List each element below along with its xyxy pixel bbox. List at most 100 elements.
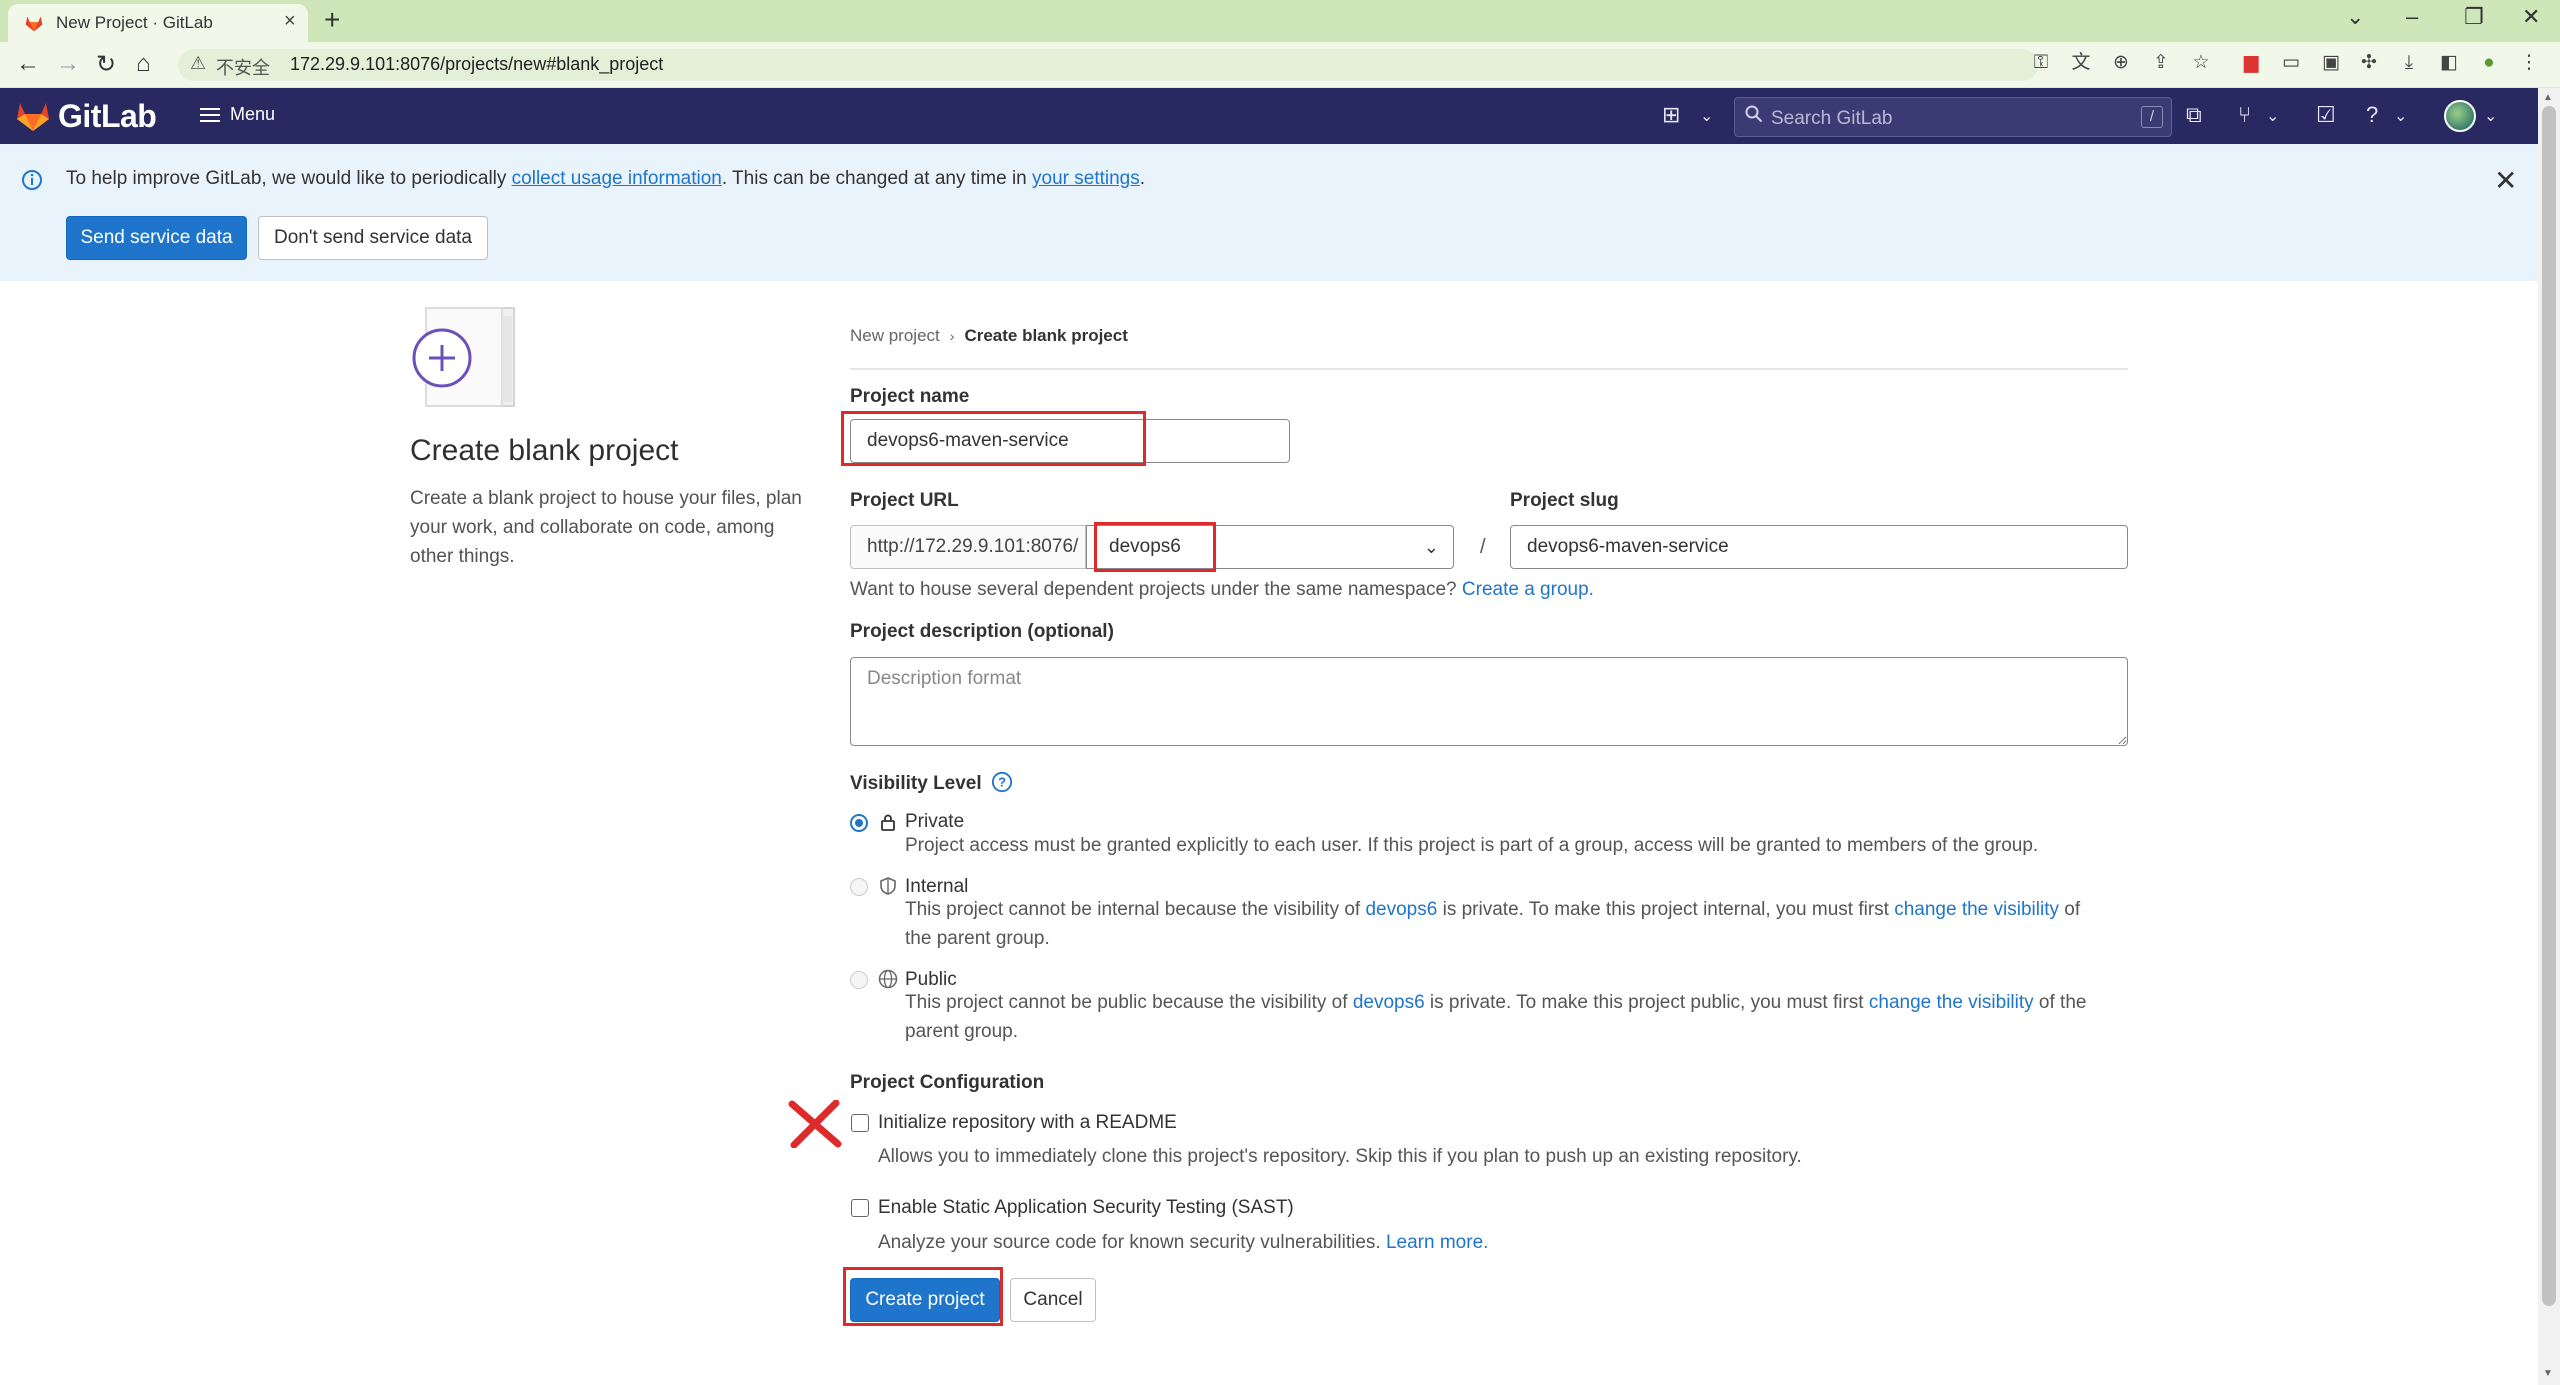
blank-project-illustration-icon [412,307,515,407]
breadcrumb-current: Create blank project [964,326,1128,345]
public-group-link[interactable]: devops6 [1353,992,1425,1013]
visibility-private-radio[interactable] [850,814,868,832]
project-slug-input[interactable]: devops6-maven-service [1510,525,2128,569]
public-change-visibility-link[interactable]: change the visibility [1869,992,2034,1013]
forward-icon[interactable]: → [56,50,80,78]
banner-text-end: . [1139,168,1146,189]
download-icon[interactable]: ⤓ [2398,52,2420,74]
highlight-box-create-project [843,1267,1003,1326]
public-desc-part2: is private. To make this project public,… [1424,992,1869,1013]
sast-learn-more-link[interactable]: Learn more. [1386,1232,1488,1253]
todo-icon[interactable]: ☑ [2316,102,2336,128]
address-bar[interactable]: ⚠ 不安全 172.29.9.101:8076/projects/new#bla… [178,49,2038,81]
avatar[interactable] [2444,100,2476,132]
collect-usage-link[interactable]: collect usage information [512,168,722,189]
cancel-button[interactable]: Cancel [1010,1278,1096,1322]
scroll-down-icon[interactable]: ▼ [2543,1368,2553,1379]
sast-help-text: Analyze your source code for known secur… [878,1232,1488,1254]
share-icon[interactable]: ⇪ [2150,52,2172,74]
tab-title: New Project · GitLab [56,13,213,32]
lock-icon [881,814,895,831]
visibility-internal-radio[interactable] [850,878,868,896]
issues-icon[interactable]: ⧉ [2186,102,2202,128]
page-scrollbar[interactable]: ▲ ▼ [2538,88,2560,1385]
sast-label[interactable]: Enable Static Application Security Testi… [878,1197,1294,1219]
svg-text:?: ? [998,775,1006,790]
readme-label[interactable]: Initialize repository with a README [878,1112,1177,1134]
gitlab-header: GitLab Menu ⊞ ⌄ Search GitLab / ⧉ ⑂ ⌄ ☑ … [0,88,2538,144]
divider [850,368,2128,370]
gitlab-wordmark[interactable]: GitLab [58,98,157,135]
zoom-icon[interactable]: ⊕ [2110,52,2132,74]
visibility-public-description: This project cannot be public because th… [905,988,2105,1046]
project-url-label: Project URL [850,490,959,511]
scrollbar-thumb[interactable] [2542,106,2556,1306]
mr-chevron-down-icon[interactable]: ⌄ [2266,106,2279,126]
visibility-internal-description: This project cannot be internal because … [905,895,2105,953]
hamburger-icon [200,104,220,126]
group-help-text: Want to house several dependent projects… [850,579,1594,601]
search-icon [1745,105,1763,123]
tab-search-icon[interactable]: ⌄ [2346,4,2364,30]
extension-cast-icon[interactable]: ▭ [2280,52,2302,74]
dont-send-service-data-button[interactable]: Don't send service data [258,216,488,260]
project-slug-label: Project slug [1510,490,1619,511]
breadcrumb-new-project[interactable]: New project [850,326,940,345]
help-icon[interactable]: ? [2366,102,2378,128]
reload-icon[interactable]: ↻ [96,50,116,79]
sast-help-sentence: Analyze your source code for known secur… [878,1232,1381,1253]
side-panel-icon[interactable]: ◧ [2438,52,2460,74]
restore-icon[interactable]: ❐ [2464,4,2484,30]
translate-icon[interactable]: 文 [2070,52,2092,74]
new-item-icon[interactable]: ⊞ [1662,102,1680,128]
readme-checkbox[interactable] [851,1114,869,1132]
visibility-public-radio[interactable] [850,971,868,989]
menu-button[interactable]: Menu [200,104,275,126]
key-icon[interactable]: ⚿ [2030,52,2052,74]
visibility-private-description: Project access must be granted explicitl… [905,835,2039,856]
close-window-icon[interactable]: ✕ [2522,4,2540,30]
help-chevron-down-icon[interactable]: ⌄ [2394,106,2407,126]
merge-request-icon[interactable]: ⑂ [2238,102,2251,128]
close-tab-icon[interactable]: × [284,10,296,33]
visibility-private-title: Private [905,811,965,832]
menu-label: Menu [230,104,276,124]
user-chevron-down-icon[interactable]: ⌄ [2484,106,2497,126]
project-url-prefix: http://172.29.9.101:8076/ [850,525,1086,569]
highlight-box-namespace [1094,522,1216,572]
project-description-textarea[interactable] [850,657,2128,746]
url-text[interactable]: 172.29.9.101:8076/projects/new#blank_pro… [290,54,663,75]
visibility-help-icon[interactable]: ? [991,771,1013,793]
browser-tab[interactable]: New Project · GitLab × [8,4,308,42]
gitlab-logo-icon[interactable] [16,100,50,132]
internal-group-link[interactable]: devops6 [1365,899,1437,920]
insecure-label: 不安全 [216,58,270,78]
extension-app-icon[interactable]: ▣ [2320,52,2342,74]
chevron-down-icon[interactable]: ⌄ [1700,106,1713,126]
browser-menu-icon[interactable]: ⋮ [2518,52,2540,74]
scroll-up-icon[interactable]: ▲ [2543,92,2553,103]
extension-red-icon[interactable]: ▆ [2240,52,2262,74]
back-icon[interactable]: ← [16,50,40,78]
profile-icon[interactable]: ● [2478,52,2500,74]
close-banner-icon[interactable]: ✕ [2494,164,2517,197]
extensions-puzzle-icon[interactable]: ✣ [2358,52,2380,74]
warning-icon[interactable]: ⚠ [190,53,206,74]
search-input[interactable]: Search GitLab / [1734,97,2172,137]
internal-change-visibility-link[interactable]: change the visibility [1894,899,2059,920]
your-settings-link[interactable]: your settings [1032,168,1140,189]
browser-toolbar: ← → ↻ ⌂ ⚠ 不安全 172.29.9.101:8076/projects… [0,42,2560,88]
bookmark-star-icon[interactable]: ☆ [2190,52,2212,74]
search-placeholder: Search GitLab [1771,108,1893,129]
sast-checkbox[interactable] [851,1199,869,1217]
new-tab-icon[interactable]: + [324,4,340,36]
page-title: Create blank project [410,434,679,467]
internal-desc-part2: is private. To make this project interna… [1437,899,1895,920]
url-slash: / [1480,536,1486,558]
minimize-icon[interactable]: – [2406,4,2418,30]
banner-text: To help improve GitLab, we would like to… [66,168,512,189]
home-icon[interactable]: ⌂ [136,50,151,78]
create-group-link[interactable]: Create a group. [1462,579,1594,600]
readme-help-text: Allows you to immediately clone this pro… [878,1146,1802,1167]
send-service-data-button[interactable]: Send service data [66,216,247,260]
